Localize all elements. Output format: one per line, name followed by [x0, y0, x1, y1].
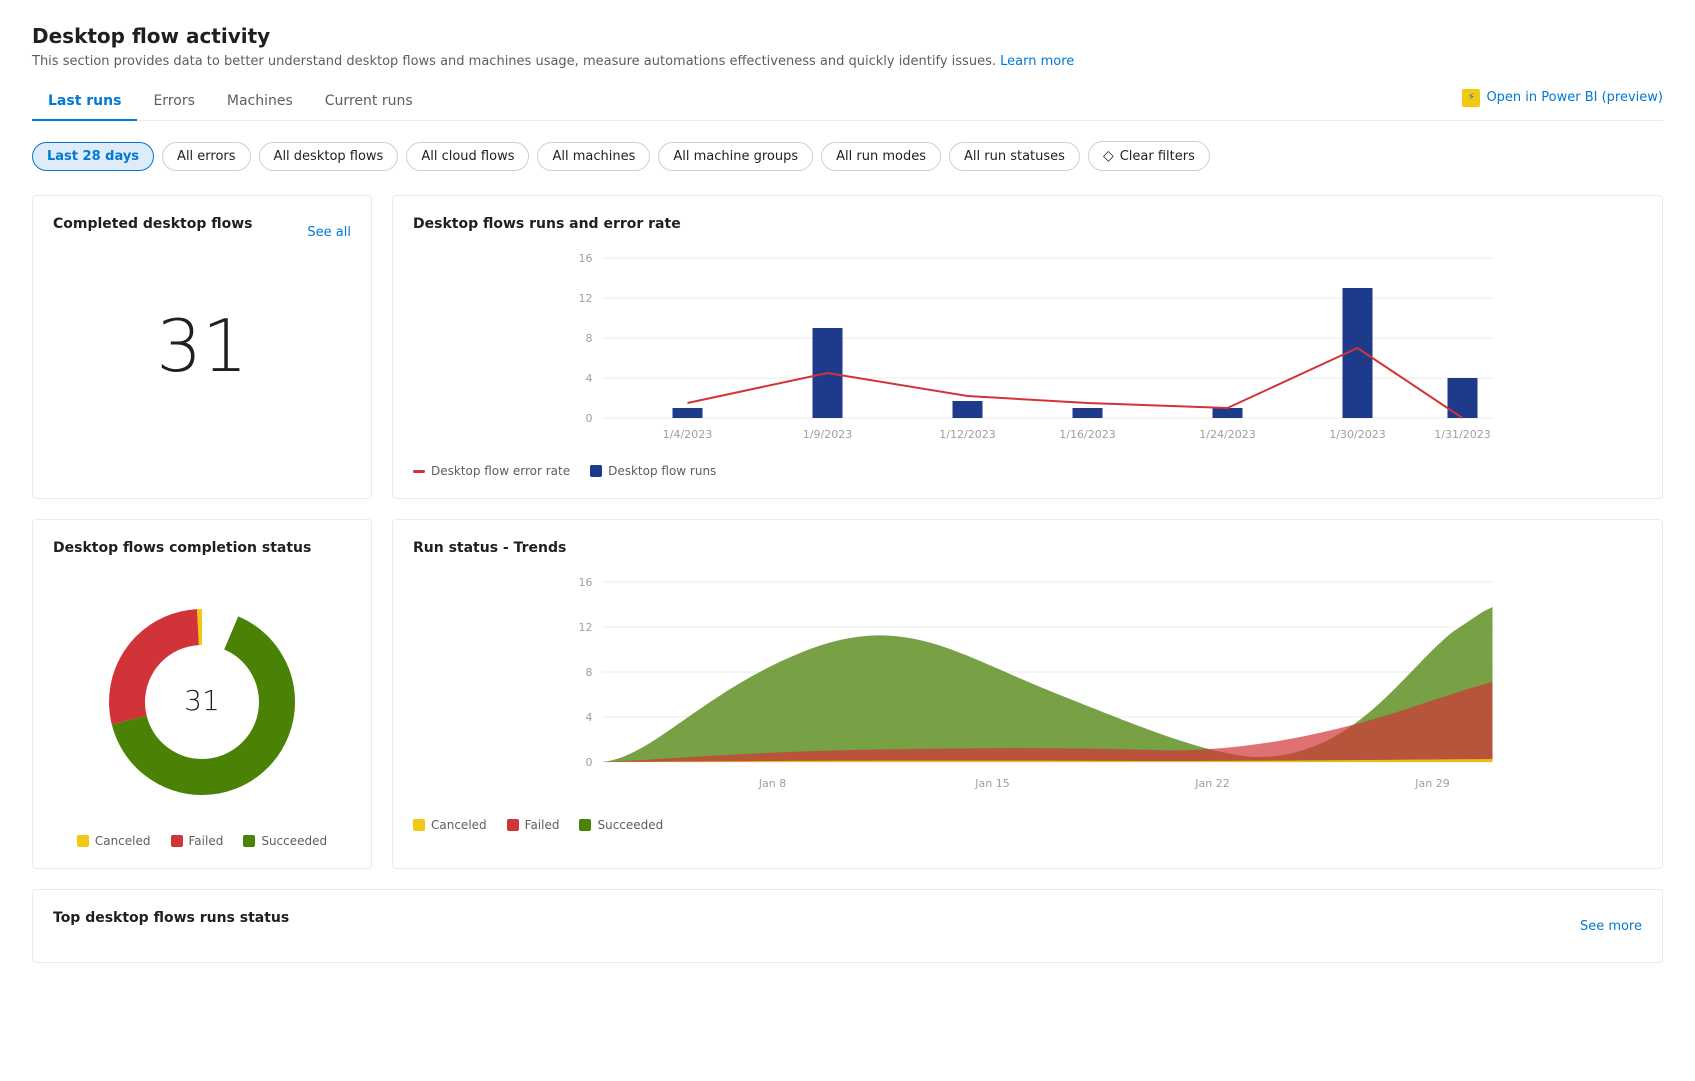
runs-chart-card: Desktop flows runs and error rate 16 12 … — [392, 195, 1663, 499]
runs-chart-legend: Desktop flow error rate Desktop flow run… — [413, 464, 1642, 478]
donut-chart: 31 — [92, 592, 312, 812]
runs-error-chart: 16 12 8 4 0 — [413, 248, 1642, 448]
svg-text:16: 16 — [579, 576, 593, 589]
filter-errors[interactable]: All errors — [162, 142, 251, 171]
svg-text:4: 4 — [586, 711, 593, 724]
page-header: Desktop flow activity This section provi… — [32, 24, 1663, 69]
top-flows-title: Top desktop flows runs status — [53, 910, 289, 926]
donut-legend: Canceled Failed Succeeded — [53, 834, 351, 848]
dashboard-grid: Completed desktop flows See all 31 Deskt… — [32, 195, 1663, 869]
svg-text:8: 8 — [586, 332, 593, 345]
succeeded-legend-icon — [243, 835, 255, 847]
legend-runs: Desktop flow runs — [590, 464, 716, 478]
tab-bar: Last runs Errors Machines Current runs ⚡… — [32, 85, 1663, 121]
completion-status-card: Desktop flows completion status 31 Cance… — [32, 519, 372, 869]
learn-more-link[interactable]: Learn more — [1000, 54, 1074, 69]
svg-text:1/4/2023: 1/4/2023 — [663, 428, 712, 441]
error-rate-legend-icon — [413, 470, 425, 473]
runs-legend-icon — [590, 465, 602, 477]
svg-text:0: 0 — [586, 412, 593, 425]
filter-machine-groups[interactable]: All machine groups — [658, 142, 813, 171]
filter-run-statuses[interactable]: All run statuses — [949, 142, 1080, 171]
completed-flows-card: Completed desktop flows See all 31 — [32, 195, 372, 499]
trends-legend: Canceled Failed Succeeded — [413, 818, 1642, 832]
svg-text:1/30/2023: 1/30/2023 — [1329, 428, 1385, 441]
legend-succeeded: Succeeded — [243, 834, 327, 848]
run-status-trends-card: Run status - Trends 16 12 8 4 0 — [392, 519, 1663, 869]
svg-text:Jan 29: Jan 29 — [1414, 777, 1449, 790]
powerbi-icon: ⚡ — [1462, 89, 1480, 107]
svg-text:Jan 22: Jan 22 — [1194, 777, 1229, 790]
legend-error-rate: Desktop flow error rate — [413, 464, 570, 478]
tab-errors[interactable]: Errors — [137, 85, 210, 121]
svg-text:12: 12 — [579, 621, 593, 634]
clear-filters-button[interactable]: ◇ Clear filters — [1088, 141, 1210, 171]
completed-flows-count: 31 — [53, 264, 351, 418]
svg-text:16: 16 — [579, 252, 593, 265]
top-flows-section: Top desktop flows runs status See more — [32, 889, 1663, 963]
trends-canceled-icon — [413, 819, 425, 831]
trends-succeeded-icon — [579, 819, 591, 831]
svg-text:1/16/2023: 1/16/2023 — [1059, 428, 1115, 441]
donut-chart-wrapper: 31 — [53, 572, 351, 822]
filter-machines[interactable]: All machines — [537, 142, 650, 171]
legend-trends-failed: Failed — [507, 818, 560, 832]
trends-failed-icon — [507, 819, 519, 831]
tab-machines[interactable]: Machines — [211, 85, 309, 121]
svg-text:1/12/2023: 1/12/2023 — [939, 428, 995, 441]
canceled-legend-icon — [77, 835, 89, 847]
trends-chart: 16 12 8 4 0 Jan 8 Jan 15 Jan 22 Jan 29 — [413, 572, 1642, 802]
see-all-link[interactable]: See all — [307, 225, 351, 240]
svg-text:0: 0 — [586, 756, 593, 769]
completed-flows-title: Completed desktop flows — [53, 216, 253, 232]
svg-text:1/24/2023: 1/24/2023 — [1199, 428, 1255, 441]
svg-text:Jan 8: Jan 8 — [758, 777, 786, 790]
svg-text:Jan 15: Jan 15 — [974, 777, 1009, 790]
legend-failed: Failed — [171, 834, 224, 848]
svg-text:8: 8 — [586, 666, 593, 679]
eraser-icon: ◇ — [1103, 148, 1114, 164]
svg-text:12: 12 — [579, 292, 593, 305]
run-status-trends-title: Run status - Trends — [413, 540, 1642, 556]
failed-legend-icon — [171, 835, 183, 847]
page-description: This section provides data to better und… — [32, 54, 1663, 69]
page-title: Desktop flow activity — [32, 24, 1663, 48]
see-more-link[interactable]: See more — [1580, 919, 1642, 934]
legend-canceled: Canceled — [77, 834, 151, 848]
completion-status-title: Desktop flows completion status — [53, 540, 351, 556]
runs-chart-title: Desktop flows runs and error rate — [413, 216, 681, 232]
filter-bar: Last 28 days All errors All desktop flow… — [32, 141, 1663, 171]
svg-text:1/31/2023: 1/31/2023 — [1434, 428, 1490, 441]
tab-current-runs[interactable]: Current runs — [309, 85, 429, 121]
svg-text:4: 4 — [586, 372, 593, 385]
legend-trends-canceled: Canceled — [413, 818, 487, 832]
svg-text:1/9/2023: 1/9/2023 — [803, 428, 852, 441]
filter-cloud-flows[interactable]: All cloud flows — [406, 142, 529, 171]
legend-trends-succeeded: Succeeded — [579, 818, 663, 832]
filter-run-modes[interactable]: All run modes — [821, 142, 941, 171]
tab-last-runs[interactable]: Last runs — [32, 85, 137, 121]
filter-last28[interactable]: Last 28 days — [32, 142, 154, 171]
svg-text:31: 31 — [184, 684, 220, 717]
filter-desktop-flows[interactable]: All desktop flows — [259, 142, 399, 171]
open-powerbi-button[interactable]: ⚡ Open in Power BI (preview) — [1462, 89, 1663, 117]
